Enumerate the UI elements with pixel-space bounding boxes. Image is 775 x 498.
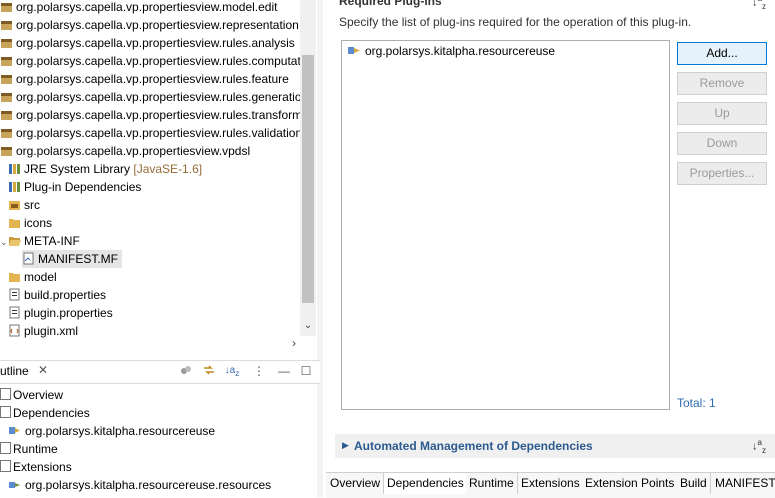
tree-item-plugin-dependencies[interactable]: Plug-in Dependencies xyxy=(8,178,141,196)
package-icon xyxy=(0,90,13,103)
outline-view-title[interactable]: utline xyxy=(0,364,29,378)
tab-dependencies[interactable]: Dependencies xyxy=(383,473,468,494)
total-count: Total: 1 xyxy=(677,396,716,410)
package-explorer-tree: org.polarsys.capella.vp.propertiesview.m… xyxy=(0,0,316,352)
tree-item-plugin-xml[interactable]: plugin.xml xyxy=(8,322,78,340)
outline-view-header: utline ✕ ↓az ⋮ — ☐ xyxy=(0,360,320,384)
sort-icon[interactable]: ↓az xyxy=(752,0,766,11)
automated-management-title[interactable]: Automated Management of Dependencies xyxy=(354,439,593,453)
tree-item-meta-inf[interactable]: ⌄ META-INF xyxy=(0,232,80,250)
section-title: Required Plug-ins xyxy=(339,0,442,8)
sort-alphabetically-icon[interactable]: ↓az xyxy=(224,363,240,379)
tree-item-package[interactable]: org.polarsys.capella.vp.propertiesview.r… xyxy=(0,106,309,124)
tree-item-package[interactable]: org.polarsys.capella.vp.propertiesview.r… xyxy=(0,88,308,106)
library-icon xyxy=(8,180,21,193)
tree-item-model[interactable]: model xyxy=(8,268,57,286)
plugin-icon xyxy=(347,44,363,60)
xml-file-icon xyxy=(8,324,21,337)
tree-item-package[interactable]: org.polarsys.capella.vp.propertiesview.r… xyxy=(0,16,312,34)
folder-open-icon xyxy=(8,234,21,247)
scroll-down-arrow-icon[interactable]: ⌄ xyxy=(302,320,314,332)
tab-overview[interactable]: Overview xyxy=(327,473,385,494)
library-icon xyxy=(8,162,21,175)
tree-item-icons[interactable]: icons xyxy=(8,214,52,232)
sort-icon[interactable]: ↓az xyxy=(752,438,766,455)
hide-fields-icon[interactable] xyxy=(178,363,194,379)
package-icon xyxy=(0,36,13,49)
tree-scrollbar-thumb[interactable] xyxy=(302,55,314,303)
section-description: Specify the list of plug-ins required fo… xyxy=(339,15,692,29)
tree-item-package[interactable]: org.polarsys.capella.vp.propertiesview.r… xyxy=(0,70,289,88)
package-icon xyxy=(0,54,13,67)
up-button[interactable]: Up xyxy=(677,102,767,125)
chevron-right-icon[interactable]: ▶ xyxy=(342,440,349,451)
folder-icon xyxy=(8,216,21,229)
tab-extensions[interactable]: Extensions xyxy=(518,473,584,494)
source-folder-icon xyxy=(8,198,21,211)
tree-item-jre[interactable]: JRE System Library [JavaSE-1.6] xyxy=(8,160,202,178)
properties-file-icon xyxy=(8,306,21,319)
view-menu-icon[interactable]: ⋮ xyxy=(251,363,267,379)
required-plugins-list[interactable] xyxy=(341,40,670,410)
package-icon xyxy=(0,126,13,139)
down-button[interactable]: Down xyxy=(677,132,767,155)
tab-manifest[interactable]: MANIFEST. xyxy=(712,473,775,494)
package-icon xyxy=(0,108,13,121)
tree-item-src[interactable]: src xyxy=(8,196,40,214)
chevron-down-icon[interactable]: ⌄ xyxy=(0,233,8,251)
properties-button[interactable]: Properties... xyxy=(677,162,767,185)
outline-item-extensions[interactable]: Extensions xyxy=(0,458,72,476)
page-icon xyxy=(0,442,11,454)
package-icon xyxy=(0,18,13,31)
tree-item-package[interactable]: org.polarsys.capella.vp.propertiesview.r… xyxy=(0,34,295,52)
page-icon xyxy=(0,406,11,418)
link-editor-icon[interactable] xyxy=(201,363,217,379)
outline-item-overview[interactable]: Overview xyxy=(0,386,63,404)
manifest-file-icon xyxy=(22,252,35,265)
tree-item-plugin-properties[interactable]: plugin.properties xyxy=(8,304,113,322)
outline-item-extension[interactable]: org.polarsys.kitalpha.resourcereuse.reso… xyxy=(8,476,271,494)
folder-icon xyxy=(8,270,21,283)
tree-item-package[interactable]: org.polarsys.capella.vp.propertiesview.m… xyxy=(0,0,277,16)
tree-item-package[interactable]: org.polarsys.capella.vp.propertiesview.r… xyxy=(0,52,310,70)
add-button[interactable]: Add... xyxy=(677,42,767,65)
outline-item-runtime[interactable]: Runtime xyxy=(0,440,58,458)
properties-file-icon xyxy=(8,288,21,301)
package-icon xyxy=(0,144,13,157)
tree-item-manifest[interactable]: MANIFEST.MF xyxy=(22,250,122,268)
maximize-icon[interactable]: ☐ xyxy=(298,363,314,379)
tab-build[interactable]: Build xyxy=(677,473,711,494)
package-icon xyxy=(0,0,13,13)
tab-runtime[interactable]: Runtime xyxy=(466,473,518,494)
list-item[interactable]: org.polarsys.kitalpha.resourcereuse xyxy=(347,44,555,60)
outline-item-dependencies[interactable]: Dependencies xyxy=(0,404,90,422)
close-icon[interactable]: ✕ xyxy=(38,363,48,377)
tree-item-build-properties[interactable]: build.properties xyxy=(8,286,106,304)
remove-button[interactable]: Remove xyxy=(677,72,767,95)
scroll-right-arrow-icon[interactable]: › xyxy=(288,337,300,349)
tab-extension-points[interactable]: Extension Points xyxy=(582,473,679,494)
page-icon xyxy=(0,460,11,472)
extension-icon xyxy=(8,478,22,496)
tree-item-package[interactable]: org.polarsys.capella.vp.propertiesview.r… xyxy=(0,124,302,142)
tree-item-package[interactable]: org.polarsys.capella.vp.propertiesview.v… xyxy=(0,142,250,160)
outline-item-required-plugin[interactable]: org.polarsys.kitalpha.resourcereuse xyxy=(8,422,215,440)
page-icon xyxy=(0,388,11,400)
package-icon xyxy=(0,72,13,85)
minimize-icon[interactable]: — xyxy=(276,363,292,379)
